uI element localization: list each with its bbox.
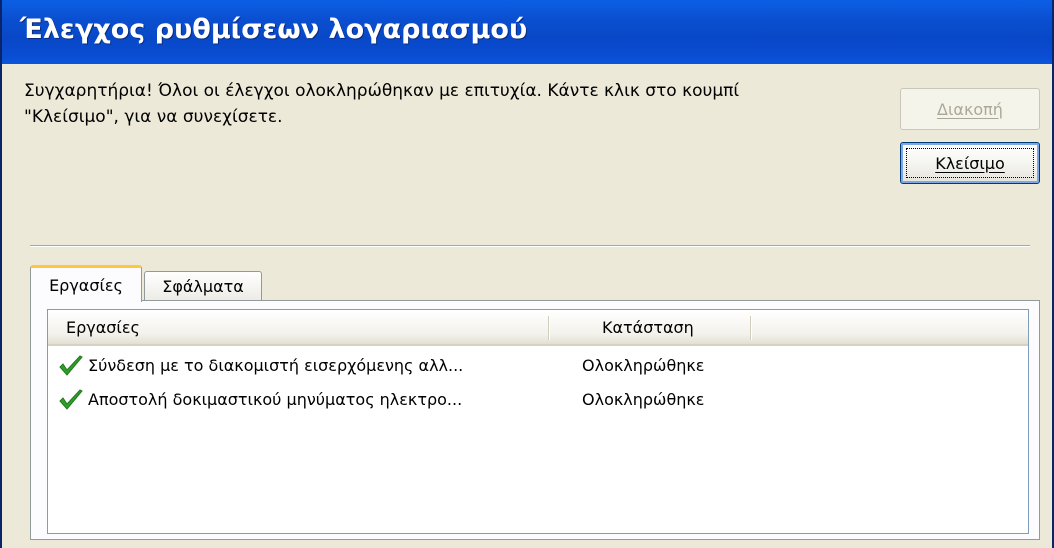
tab-tasks[interactable]: Εργασίες <box>30 265 142 302</box>
task-name: Σύνδεση με το διακομιστή εισερχόμενης αλ… <box>88 356 464 375</box>
list-header: Εργασίες Κατάσταση <box>48 310 1028 346</box>
table-row[interactable]: Σύνδεση με το διακομιστή εισερχόμενης αλ… <box>48 352 1028 382</box>
column-header-tasks-label: Εργασίες <box>66 317 140 337</box>
column-header-tasks[interactable]: Εργασίες <box>66 310 140 344</box>
column-header-status-label: Κατάσταση <box>602 317 694 337</box>
account-test-dialog: Έλεγχος ρυθμίσεων λογαριασμού Συγχαρητήρ… <box>0 0 1054 548</box>
title-bar[interactable]: Έλεγχος ρυθμίσεων λογαριασμού <box>2 0 1052 64</box>
stop-button-label: Διακοπή <box>937 99 1003 119</box>
column-divider[interactable] <box>750 316 752 340</box>
tab-errors[interactable]: Σφάλματα <box>144 271 262 301</box>
separator <box>30 245 1030 247</box>
stop-button[interactable]: Διακοπή <box>900 88 1040 130</box>
close-button[interactable]: Κλείσιμο <box>900 142 1040 184</box>
tab-panel: Εργασίες Κατάσταση Σύνδεση με το διακομι… <box>30 300 1040 540</box>
message-line-2: "Κλείσιμο", για να συνεχίσετε. <box>24 107 283 127</box>
table-row[interactable]: Αποστολή δοκιμαστικού μηνύματος ηλεκτρο.… <box>48 386 1028 416</box>
checkmark-icon <box>59 389 83 410</box>
result-message: Συγχαρητήρια! Όλοι οι έλεγχοι ολοκληρώθη… <box>24 78 844 130</box>
message-line-1: Συγχαρητήρια! Όλοι οι έλεγχοι ολοκληρώθη… <box>24 81 740 101</box>
checkmark-icon <box>59 355 83 376</box>
column-divider[interactable] <box>548 316 550 340</box>
task-status: Ολοκληρώθηκε <box>582 390 705 409</box>
column-header-status[interactable]: Κατάσταση <box>602 310 694 344</box>
tab-errors-label: Σφάλματα <box>162 277 244 296</box>
close-button-label: Κλείσιμο <box>935 153 1005 173</box>
task-name: Αποστολή δοκιμαστικού μηνύματος ηλεκτρο.… <box>88 390 463 409</box>
tasks-list[interactable]: Εργασίες Κατάσταση Σύνδεση με το διακομι… <box>47 309 1029 534</box>
tab-tasks-label: Εργασίες <box>49 275 123 295</box>
task-status: Ολοκληρώθηκε <box>582 356 705 375</box>
dialog-title: Έλεγχος ρυθμίσεων λογαριασμού <box>20 14 528 45</box>
